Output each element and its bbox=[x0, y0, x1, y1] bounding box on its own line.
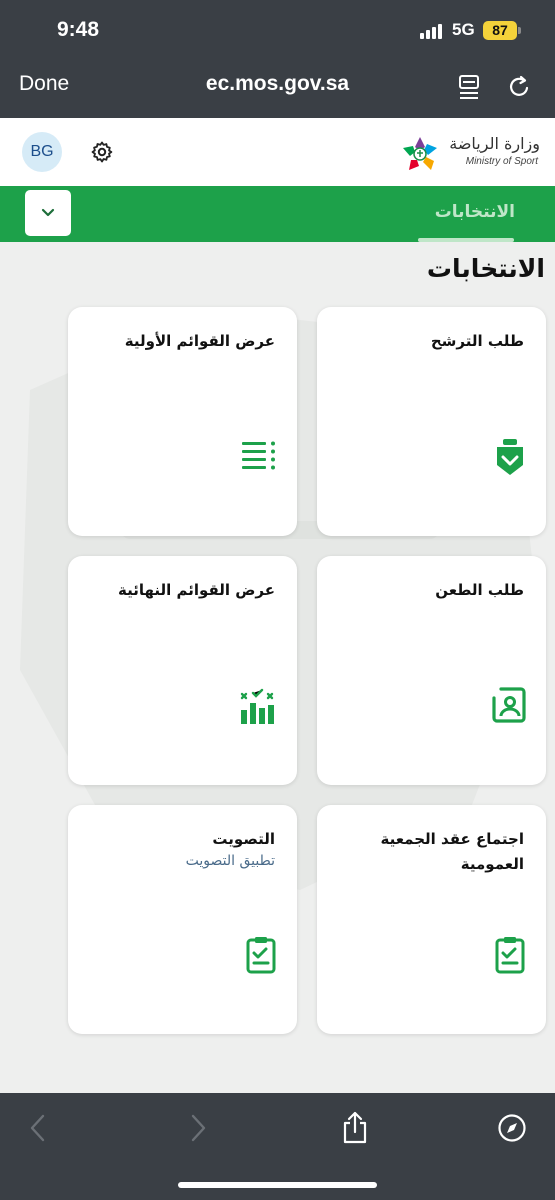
shield-heart-icon bbox=[497, 439, 523, 475]
menu-dropdown-button[interactable] bbox=[25, 190, 71, 236]
card-nomination-request[interactable]: طلب الترشح bbox=[317, 307, 546, 536]
page-title: الانتخابات bbox=[426, 254, 545, 283]
chevron-down-icon bbox=[41, 208, 55, 217]
clipboard-check-icon bbox=[246, 937, 276, 974]
card-appeal-request[interactable]: طلب الطعن bbox=[317, 556, 546, 785]
gear-icon[interactable] bbox=[90, 140, 114, 164]
share-icon[interactable] bbox=[341, 1111, 369, 1145]
ministry-logo: وزارة الرياضة Ministry of Sport bbox=[400, 132, 540, 176]
battery-cap bbox=[518, 27, 521, 34]
ministry-emblem-icon bbox=[403, 137, 437, 170]
browser-chrome: 9:48 5G 87 Done ec.mos.gov.sa bbox=[0, 0, 555, 118]
avatar[interactable]: BG bbox=[22, 132, 62, 172]
reader-view-icon[interactable] bbox=[458, 74, 482, 100]
list-icon bbox=[242, 441, 275, 470]
tab-indicator bbox=[418, 238, 514, 242]
reload-icon[interactable] bbox=[508, 74, 532, 100]
battery-icon: 87 bbox=[483, 21, 517, 40]
card-preliminary-lists[interactable]: عرض القوائم الأولية bbox=[68, 307, 297, 536]
back-icon[interactable] bbox=[28, 1113, 48, 1143]
signal-icon bbox=[420, 23, 442, 39]
card-title: طلب الطعن bbox=[435, 581, 524, 599]
card-title: اجتماع عقد الجمعية العمومية bbox=[380, 830, 525, 873]
card-general-assembly-meeting[interactable]: اجتماع عقد الجمعية العمومية bbox=[317, 805, 546, 1034]
app-header: BG وزارة الرياضة Ministry of Sport bbox=[0, 118, 555, 186]
tab-elections[interactable]: الانتخابات bbox=[435, 202, 515, 222]
card-title: عرض القوائم الأولية bbox=[124, 332, 275, 350]
forward-icon[interactable] bbox=[188, 1113, 208, 1143]
appeal-person-icon bbox=[492, 687, 526, 723]
card-voting[interactable]: التصويت تطبيق التصويت bbox=[68, 805, 297, 1034]
compass-icon[interactable] bbox=[497, 1113, 527, 1143]
card-title: طلب الترشح bbox=[430, 332, 524, 350]
network-type: 5G bbox=[452, 20, 475, 39]
done-button[interactable]: Done bbox=[19, 72, 69, 96]
nav-bar: الانتخابات bbox=[0, 186, 555, 242]
clipboard-check-icon bbox=[495, 937, 525, 974]
results-chart-icon bbox=[240, 688, 274, 724]
logo-arabic-text: وزارة الرياضة bbox=[449, 134, 540, 153]
card-final-lists[interactable]: عرض القوائم النهائية bbox=[68, 556, 297, 785]
card-title: التصويت bbox=[212, 830, 275, 848]
card-title: عرض القوائم النهائية bbox=[118, 581, 275, 599]
status-time: 9:48 bbox=[57, 18, 100, 41]
logo-english-text: Ministry of Sport bbox=[465, 156, 538, 167]
home-indicator bbox=[178, 1182, 377, 1188]
card-subtitle: تطبيق التصويت bbox=[185, 853, 275, 869]
